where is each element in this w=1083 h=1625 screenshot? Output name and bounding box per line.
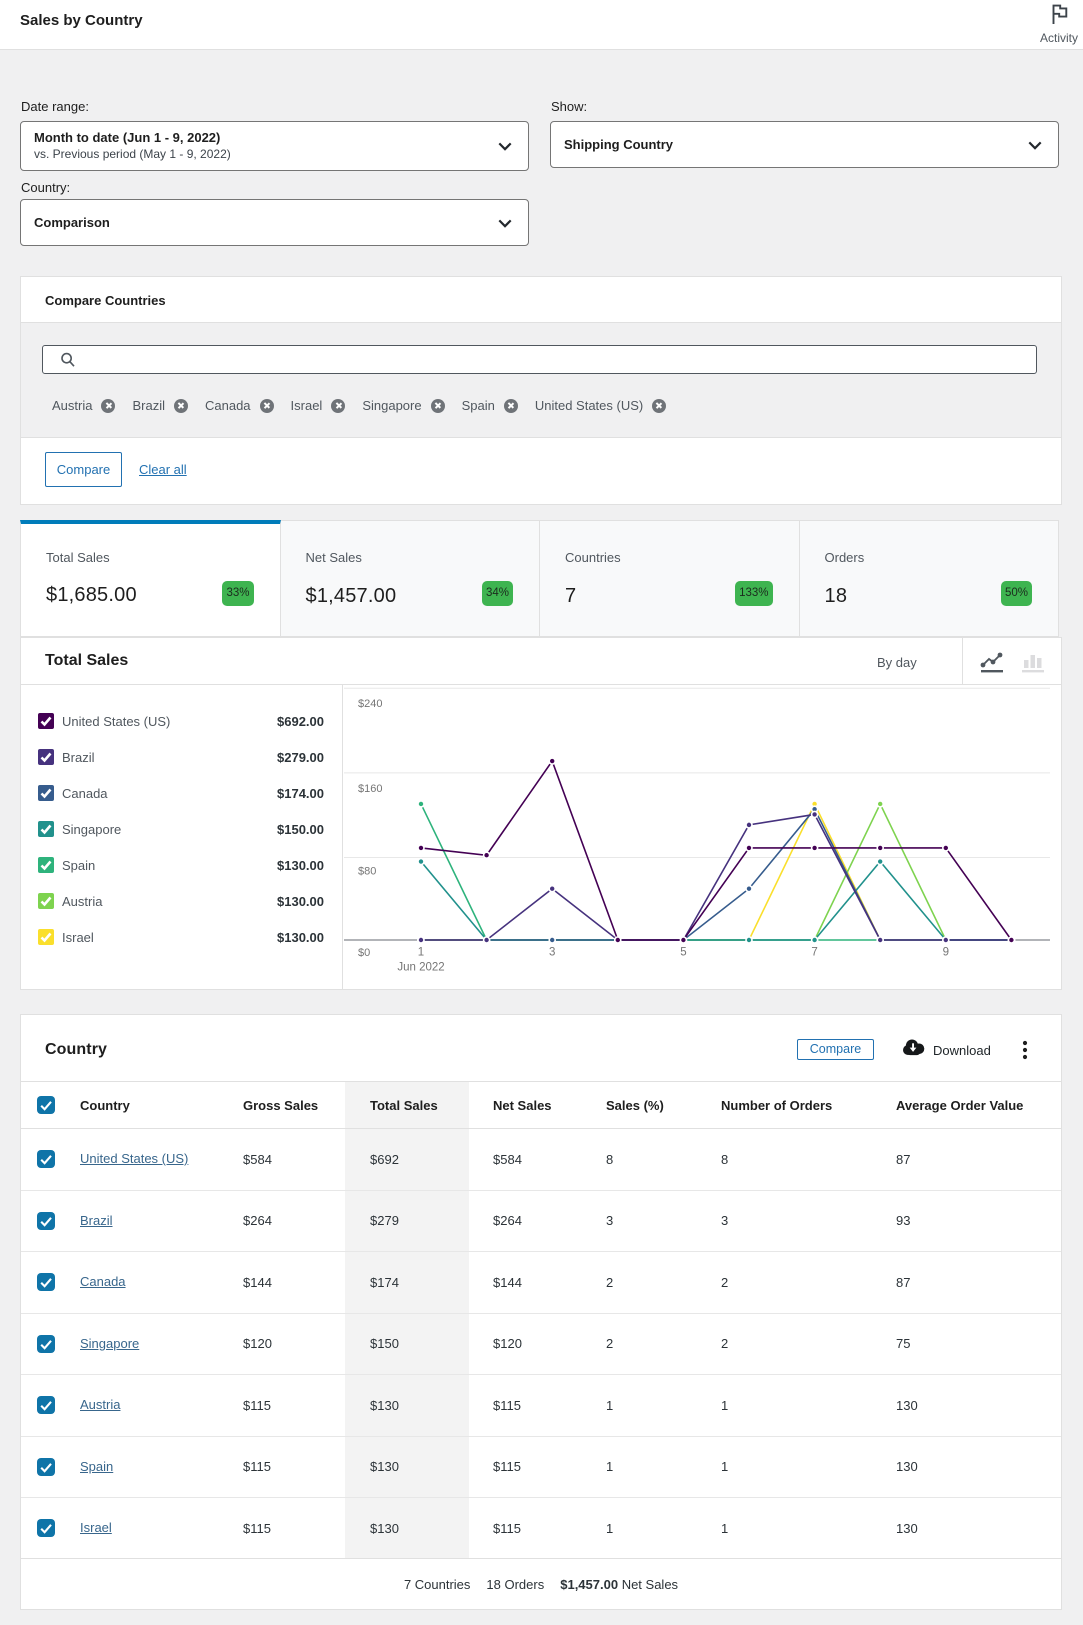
- svg-text:$0: $0: [358, 947, 370, 959]
- svg-text:7: 7: [811, 947, 817, 959]
- svg-text:5: 5: [680, 947, 686, 959]
- svg-text:$80: $80: [358, 866, 376, 878]
- svg-text:Jun 2022: Jun 2022: [397, 962, 444, 974]
- svg-text:1: 1: [418, 947, 424, 959]
- svg-text:$160: $160: [358, 783, 382, 795]
- svg-text:$240: $240: [358, 698, 382, 710]
- svg-text:9: 9: [943, 947, 949, 959]
- svg-text:3: 3: [549, 947, 555, 959]
